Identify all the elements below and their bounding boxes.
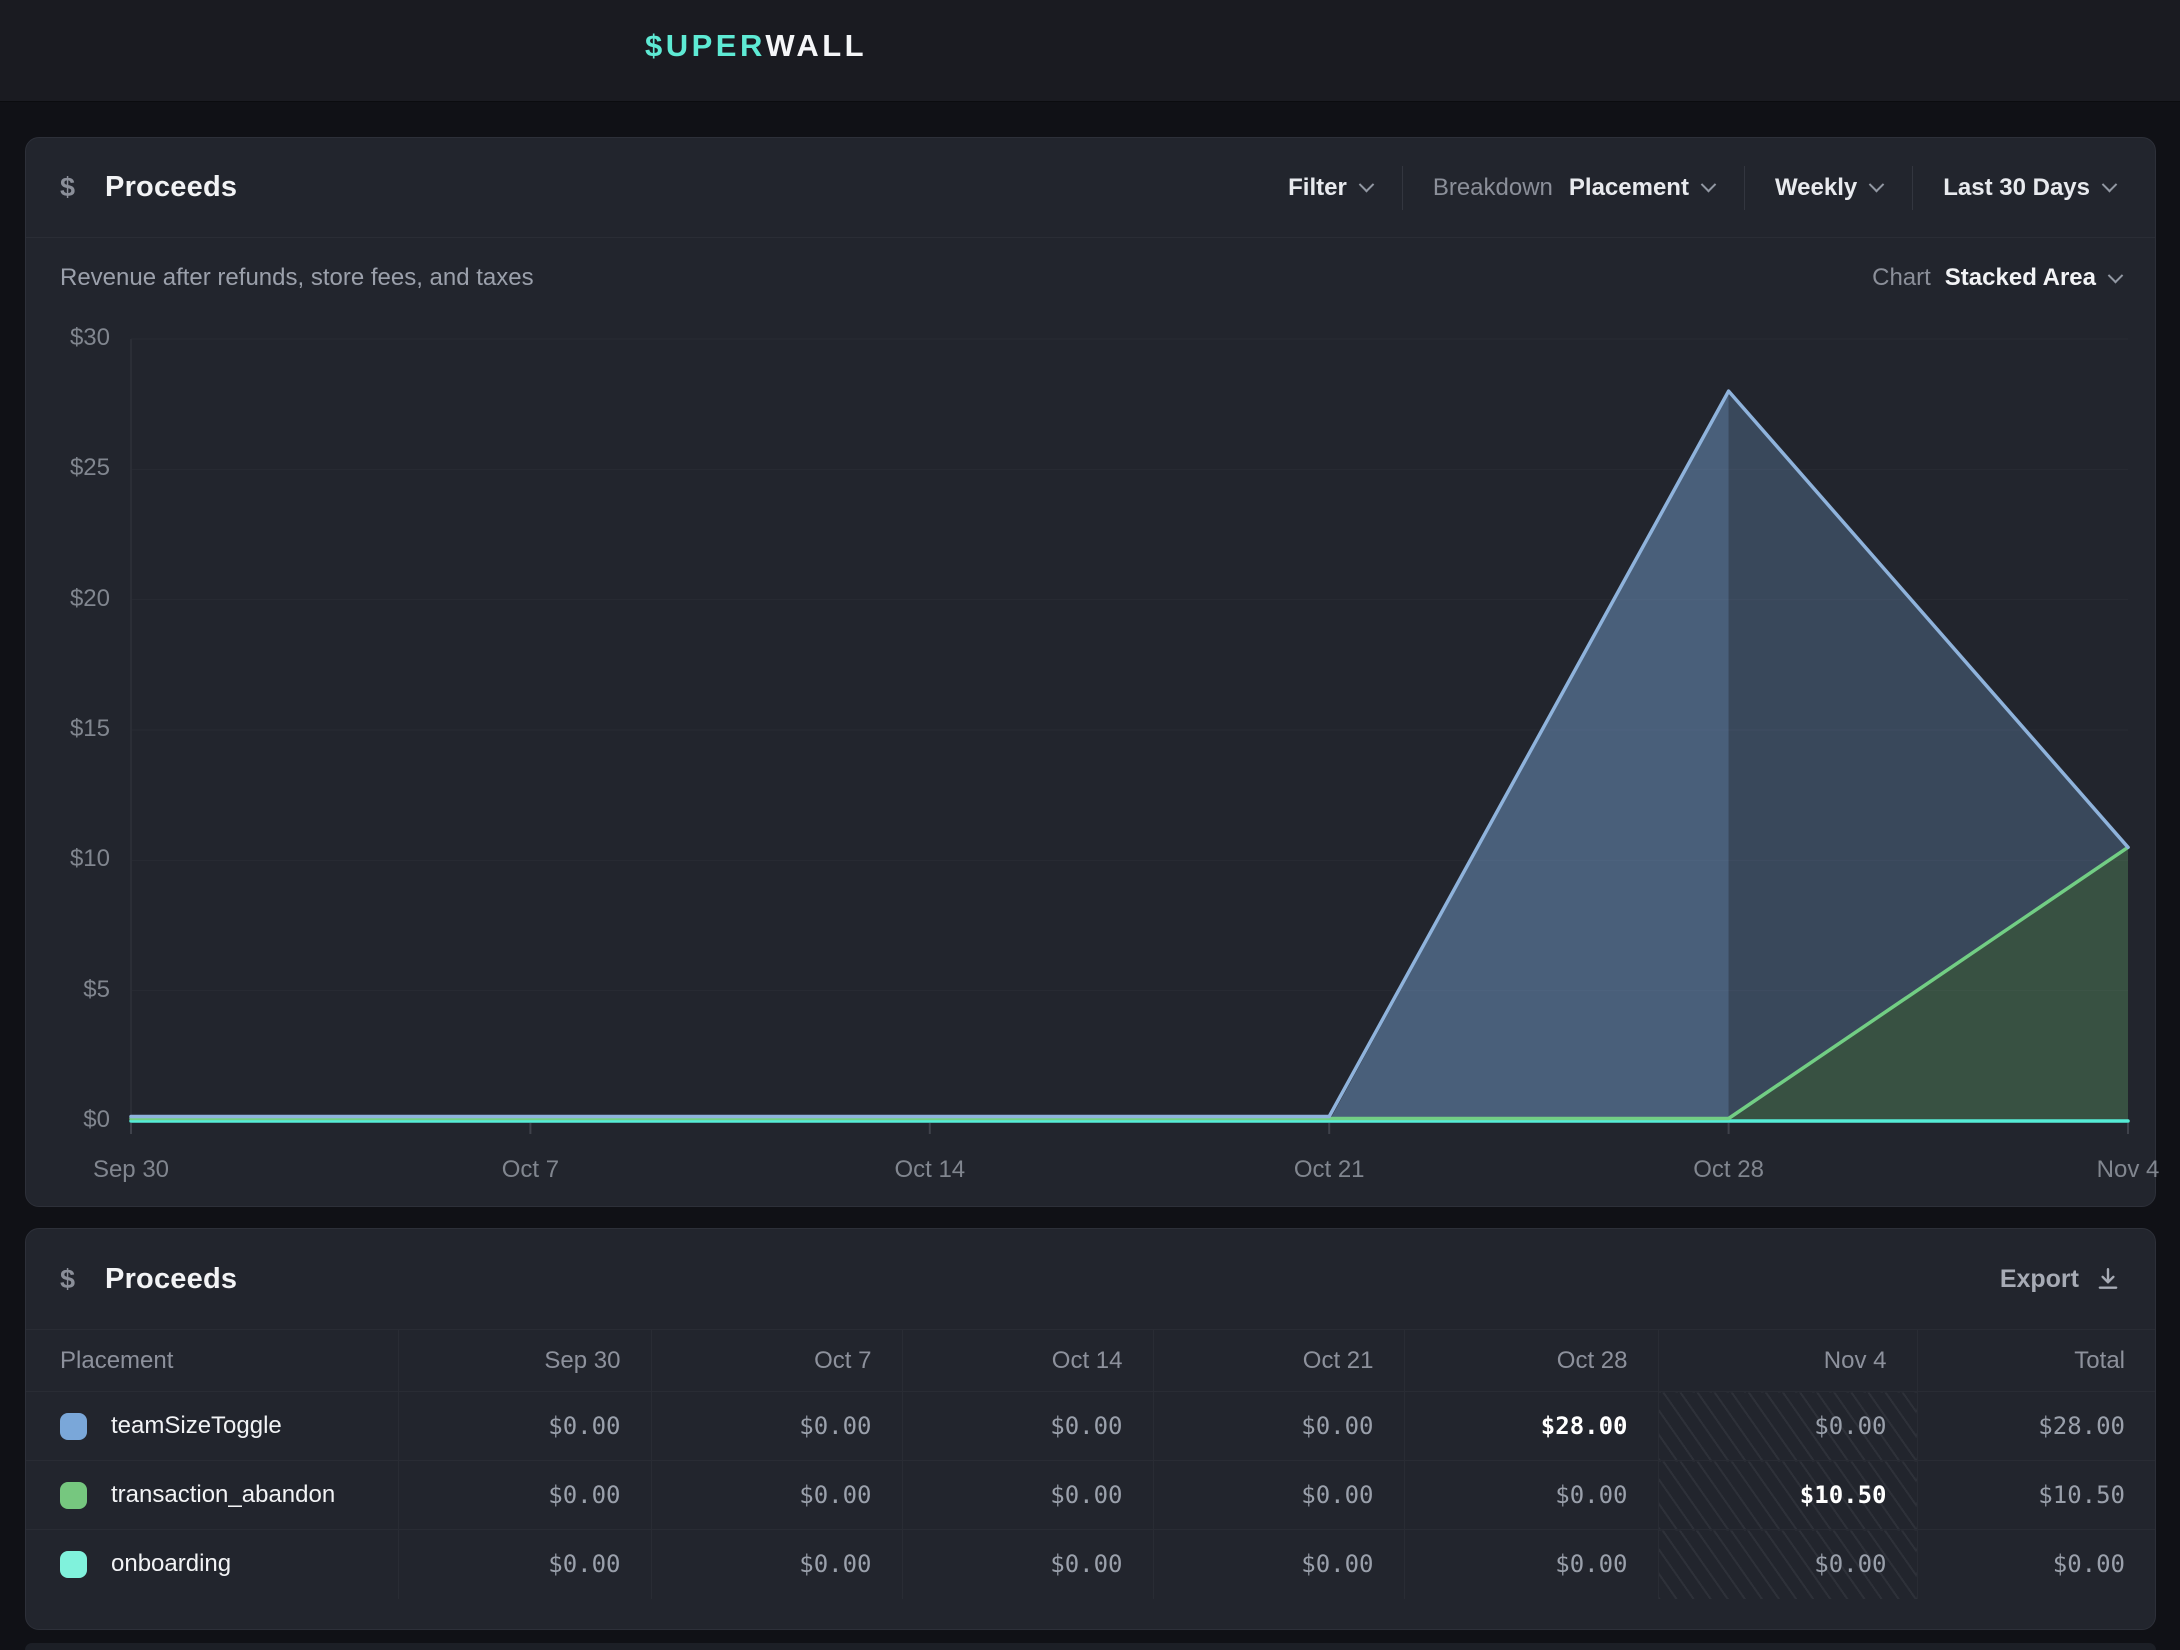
y-axis-label: $15 (26, 715, 110, 743)
table-row: onboarding$0.00$0.00$0.00$0.00$0.00$0.00… (26, 1530, 2155, 1599)
column-header: Sep 30 (398, 1330, 651, 1392)
series-color-swatch (60, 1413, 87, 1440)
value-cell: $0.00 (398, 1461, 651, 1530)
chart-subtitle: Revenue after refunds, store fees, and t… (60, 264, 534, 292)
value-cell: $0.00 (1658, 1392, 1917, 1461)
table-card-header: $ Proceeds Export (26, 1229, 2155, 1329)
table-header-row: PlacementSep 30Oct 7Oct 14Oct 21Oct 28No… (26, 1330, 2155, 1392)
logo-suffix: WALL (765, 28, 867, 63)
chart-type-value: Stacked Area (1945, 264, 2096, 292)
table-card-title: Proceeds (105, 1263, 237, 1296)
value-cell: $0.00 (1658, 1530, 1917, 1599)
value-cell: $10.50 (1658, 1461, 1917, 1530)
column-header: Oct 7 (651, 1330, 902, 1392)
value-cell: $0.00 (1153, 1392, 1404, 1461)
value-cell: $0.00 (398, 1392, 651, 1461)
proceeds-table-card: $ Proceeds Export PlacementSep 30Oct 7Oc… (25, 1228, 2156, 1630)
superwall-logo[interactable]: $UPERWALL (645, 28, 867, 64)
value-cell: $10.50 (1917, 1461, 2155, 1530)
interval-dropdown[interactable]: Weekly (1769, 164, 1888, 212)
chevron-down-icon (2102, 177, 2118, 193)
dollar-icon: $ (60, 172, 75, 203)
y-axis-label: $5 (26, 976, 110, 1004)
breakdown-value: Placement (1569, 174, 1689, 202)
divider (1402, 166, 1403, 210)
column-header: Oct 21 (1153, 1330, 1404, 1392)
next-card-edge (25, 1643, 2156, 1650)
chart-canvas (26, 318, 2157, 1148)
table-row: teamSizeToggle$0.00$0.00$0.00$0.00$28.00… (26, 1392, 2155, 1461)
column-header: Oct 28 (1404, 1330, 1658, 1392)
proceeds-breakdown-table: PlacementSep 30Oct 7Oct 14Oct 21Oct 28No… (26, 1329, 2155, 1599)
series-color-swatch (60, 1482, 87, 1509)
value-cell: $0.00 (651, 1392, 902, 1461)
column-header: Nov 4 (1658, 1330, 1917, 1392)
series-color-swatch (60, 1551, 87, 1578)
value-cell: $0.00 (902, 1461, 1153, 1530)
chart-type-dropdown[interactable]: Chart Stacked Area (1872, 264, 2121, 292)
divider (1912, 166, 1913, 210)
filter-label: Filter (1288, 174, 1347, 202)
placement-name: onboarding (111, 1550, 231, 1578)
x-axis-label: Oct 7 (460, 1156, 600, 1184)
breakdown-label: Breakdown (1433, 174, 1553, 202)
date-range-value: Last 30 Days (1943, 174, 2090, 202)
logo-prefix: $UPER (645, 28, 765, 63)
chevron-down-icon (1869, 177, 1885, 193)
y-axis-label: $20 (26, 585, 110, 613)
chart-card-header: $ Proceeds Filter Breakdown Placement We… (26, 138, 2155, 238)
column-header: Oct 14 (902, 1330, 1153, 1392)
value-cell: $0.00 (1917, 1530, 2155, 1599)
value-cell: $28.00 (1917, 1392, 2155, 1461)
value-cell: $0.00 (651, 1530, 902, 1599)
y-axis-label: $30 (26, 324, 110, 352)
chevron-down-icon (1701, 177, 1717, 193)
filter-dropdown[interactable]: Filter (1282, 164, 1378, 212)
x-axis-label: Oct 14 (860, 1156, 1000, 1184)
value-cell: $0.00 (398, 1530, 651, 1599)
column-header: Placement (26, 1330, 398, 1392)
chevron-down-icon (2108, 267, 2124, 283)
download-icon (2095, 1266, 2121, 1292)
chart-controls: Filter Breakdown Placement Weekly Last 3… (1282, 164, 2121, 212)
value-cell: $0.00 (902, 1530, 1153, 1599)
export-button[interactable]: Export (2000, 1265, 2121, 1294)
divider (1744, 166, 1745, 210)
placement-name: transaction_abandon (111, 1481, 335, 1509)
placement-name: teamSizeToggle (111, 1412, 282, 1440)
dollar-icon: $ (60, 1264, 75, 1295)
value-cell: $0.00 (1153, 1530, 1404, 1599)
x-axis-label: Nov 4 (2058, 1156, 2180, 1184)
x-axis-label: Sep 30 (61, 1156, 201, 1184)
y-axis-label: $0 (26, 1106, 110, 1134)
stacked-area-chart: $30 $25 $20 $15 $10 $5 $0 Sep 30 Oct 7 Oct 14 Oct … (26, 318, 2157, 1198)
x-axis-label: Oct 21 (1259, 1156, 1399, 1184)
value-cell: $28.00 (1404, 1392, 1658, 1461)
chart-card-title: Proceeds (105, 171, 237, 204)
chevron-down-icon (1359, 177, 1375, 193)
column-header: Total (1917, 1330, 2155, 1392)
table-row: transaction_abandon$0.00$0.00$0.00$0.00$… (26, 1461, 2155, 1530)
placement-name-cell: onboarding (26, 1530, 398, 1599)
interval-value: Weekly (1775, 174, 1857, 202)
x-axis-label: Oct 28 (1659, 1156, 1799, 1184)
value-cell: $0.00 (1404, 1530, 1658, 1599)
proceeds-chart-card: $ Proceeds Filter Breakdown Placement We… (25, 137, 2156, 1207)
chart-type-label: Chart (1872, 264, 1931, 292)
top-navigation-bar: $UPERWALL (0, 0, 2180, 102)
export-label: Export (2000, 1265, 2079, 1294)
date-range-dropdown[interactable]: Last 30 Days (1937, 164, 2121, 212)
placement-name-cell: teamSizeToggle (26, 1392, 398, 1461)
y-axis-label: $25 (26, 454, 110, 482)
value-cell: $0.00 (1404, 1461, 1658, 1530)
value-cell: $0.00 (651, 1461, 902, 1530)
placement-name-cell: transaction_abandon (26, 1461, 398, 1530)
breakdown-dropdown[interactable]: Breakdown Placement (1427, 164, 1720, 212)
value-cell: $0.00 (902, 1392, 1153, 1461)
value-cell: $0.00 (1153, 1461, 1404, 1530)
y-axis-label: $10 (26, 845, 110, 873)
